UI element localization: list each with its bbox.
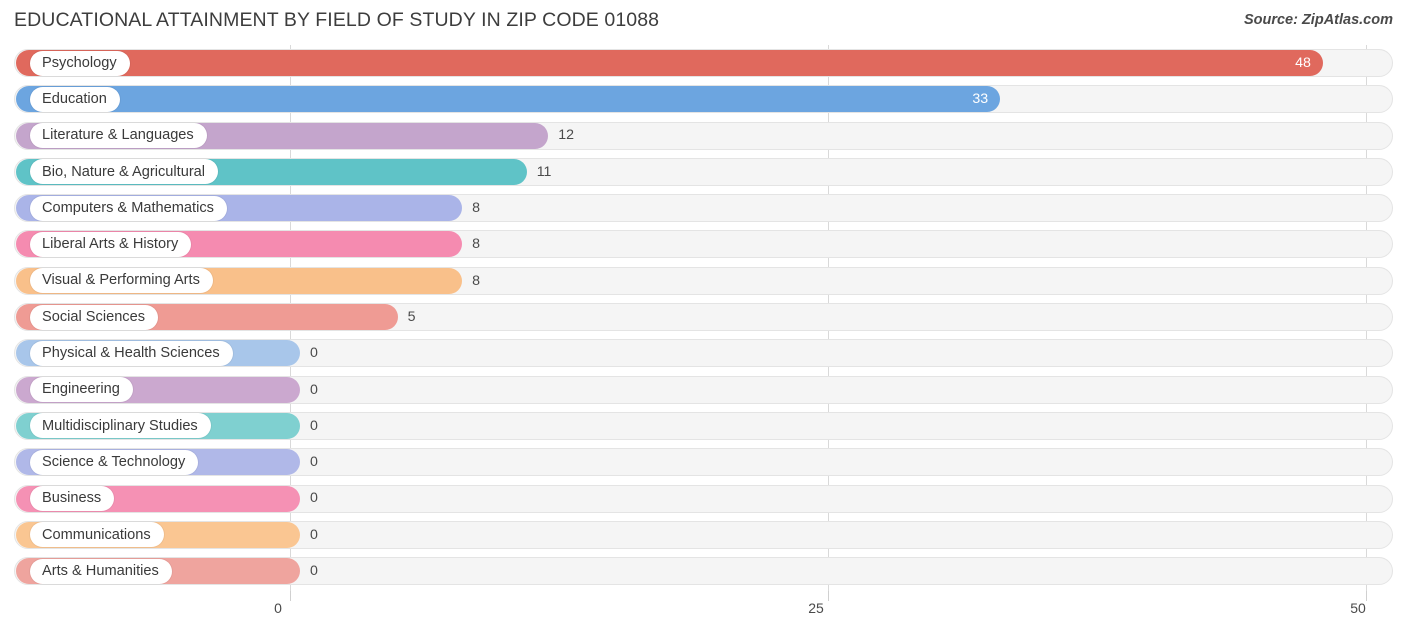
category-label-text: Communications — [42, 526, 151, 543]
page-title: EDUCATIONAL ATTAINMENT BY FIELD OF STUDY… — [14, 9, 660, 31]
bar-row[interactable]: Psychology 48 — [0, 45, 1406, 81]
category-label-text: Literature & Languages — [42, 127, 194, 144]
category-label: Computers & Mathematics — [30, 195, 227, 221]
bar-value-label: 12 — [558, 127, 575, 144]
bar-value-label: 8 — [472, 200, 481, 217]
x-tick-label: 0 — [274, 600, 282, 616]
x-axis: 0 25 50 — [0, 591, 1406, 631]
bar-row[interactable]: Business 0 — [0, 481, 1406, 517]
category-label-text: Liberal Arts & History — [42, 236, 179, 253]
bar-row[interactable]: Computers & Mathematics 8 — [0, 190, 1406, 226]
category-label-text: Business — [42, 490, 102, 507]
category-label: Literature & Languages — [30, 123, 207, 149]
category-label-text: Physical & Health Sciences — [42, 345, 220, 362]
bar-row[interactable]: Education 33 — [0, 81, 1406, 117]
value-bar[interactable] — [16, 86, 1001, 113]
bar-row[interactable]: Liberal Arts & History 8 — [0, 226, 1406, 262]
x-tick-mark — [828, 591, 829, 601]
bar-row[interactable]: Engineering 0 — [0, 372, 1406, 408]
bar-value-label: 33 — [972, 91, 989, 108]
chart-root: EDUCATIONAL ATTAINMENT BY FIELD OF STUDY… — [0, 0, 1406, 631]
bar-row[interactable]: Literature & Languages 12 — [0, 118, 1406, 154]
category-label: Business — [30, 486, 115, 512]
bar-value-label: 5 — [407, 308, 416, 325]
chart-plot-area: Psychology 48 Education 33 Literature & Lang… — [0, 45, 1406, 597]
category-label: Physical & Health Sciences — [30, 340, 233, 366]
bar-value-label: 48 — [1295, 54, 1311, 71]
bar-value-label: 0 — [310, 345, 318, 362]
category-label-text: Education — [42, 91, 107, 107]
x-tick-mark — [1366, 591, 1367, 601]
category-label: Bio, Nature & Agricultural — [30, 159, 219, 185]
bar-value-label: 0 — [310, 454, 318, 471]
x-tick-label: 25 — [808, 600, 824, 616]
bar-value-label: 0 — [310, 490, 318, 507]
category-label-text: Visual & Performing Arts — [42, 272, 200, 289]
bar-rows: Psychology 48 Education 33 Literature & Lang… — [0, 45, 1406, 589]
bar-value-label: 8 — [472, 236, 481, 253]
category-label: Psychology — [30, 50, 130, 76]
value-bar[interactable] — [16, 50, 1323, 76]
category-label-text: Arts & Humanities — [42, 562, 159, 579]
source-attribution: Source: ZipAtlas.com — [1243, 12, 1393, 28]
bar-value-label: 0 — [310, 381, 318, 398]
category-label: Liberal Arts & History — [30, 231, 192, 257]
bar-row[interactable]: Arts & Humanities 0 — [0, 553, 1406, 589]
bar-value-label: 8 — [472, 272, 481, 289]
category-label: Science & Technology — [30, 449, 199, 475]
category-label-text: Computers & Mathematics — [42, 199, 214, 216]
category-label: Arts & Humanities — [30, 558, 172, 584]
category-label: Multidisciplinary Studies — [30, 413, 211, 439]
category-label: Communications — [30, 522, 164, 548]
category-label: Education — [30, 86, 120, 112]
x-tick-label: 50 — [1350, 600, 1366, 616]
bar-row[interactable]: Physical & Health Sciences 0 — [0, 335, 1406, 371]
category-label-text: Science & Technology — [42, 453, 186, 470]
category-label: Engineering — [30, 377, 133, 403]
category-label: Visual & Performing Arts — [30, 268, 213, 294]
bar-row[interactable]: Multidisciplinary Studies 0 — [0, 408, 1406, 444]
bar-row[interactable]: Visual & Performing Arts 8 — [0, 263, 1406, 299]
bar-row[interactable]: Communications 0 — [0, 517, 1406, 553]
bar-value-label: 0 — [310, 417, 318, 434]
category-label-text: Social Sciences — [42, 308, 146, 325]
x-tick-mark — [290, 591, 291, 601]
bar-value-label: 11 — [536, 163, 552, 180]
bar-value-label: 0 — [310, 526, 318, 543]
category-label-text: Engineering — [42, 381, 120, 398]
category-label: Social Sciences — [30, 304, 159, 330]
bar-row[interactable]: Social Sciences 5 — [0, 299, 1406, 335]
category-label-text: Bio, Nature & Agricultural — [42, 163, 206, 180]
category-label-text: Multidisciplinary Studies — [42, 417, 198, 434]
bar-row[interactable]: Science & Technology 0 — [0, 444, 1406, 480]
category-label-text: Psychology — [42, 54, 117, 71]
chart-header: EDUCATIONAL ATTAINMENT BY FIELD OF STUDY… — [0, 0, 1406, 45]
bar-value-label: 0 — [310, 563, 318, 580]
bar-row[interactable]: Bio, Nature & Agricultural 11 — [0, 154, 1406, 190]
